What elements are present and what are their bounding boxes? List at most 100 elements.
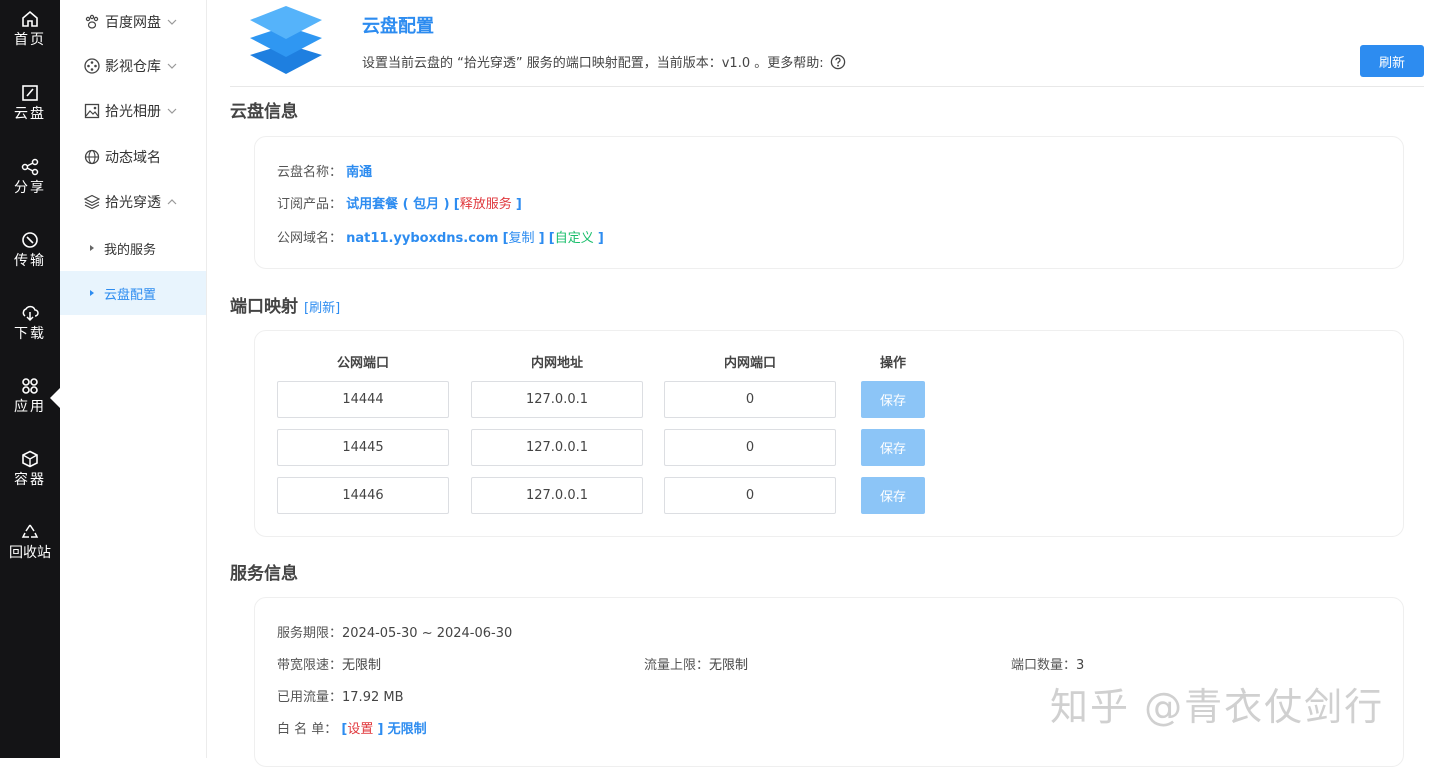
- sidebar-item-ddns[interactable]: 动态域名: [60, 135, 206, 179]
- share-icon: [21, 158, 39, 176]
- secondary-sidebar: 百度网盘 影视仓库 拾光相册 动态域名 拾光穿透 我的服务 云盘配置: [60, 0, 207, 758]
- disk-info-title: 云盘信息: [230, 102, 298, 122]
- traffic-limit-value: 无限制: [709, 658, 749, 673]
- save-button[interactable]: 保存: [861, 429, 925, 466]
- rail-label: 回收站: [9, 545, 51, 561]
- sidebar-item-label: 动态域名: [105, 150, 161, 166]
- bracket-close: ]: [538, 231, 545, 246]
- sidebar-item-album[interactable]: 拾光相册: [60, 89, 206, 133]
- save-button[interactable]: 保存: [861, 381, 925, 418]
- sidebar-item-penetration[interactable]: 拾光穿透: [60, 180, 206, 224]
- port-mapping-title: 端口映射 [刷新]: [230, 292, 340, 317]
- service-period-value: 2024-05-30 ~ 2024-06-30: [342, 626, 513, 641]
- service-period-label: 服务期限：: [277, 626, 343, 641]
- bandwidth-value: 无限制: [342, 658, 382, 673]
- sidebar-item-label: 百度网盘: [105, 15, 161, 31]
- app-rail: 首页 云盘 分享 传输 下载 应用 容器 回收站: [0, 0, 60, 758]
- port-count-row: 端口数量：3: [1011, 654, 1084, 673]
- internal-address-input[interactable]: 127.0.0.1: [471, 381, 643, 418]
- public-port-input[interactable]: 14445: [277, 429, 449, 466]
- rail-label: 首页: [14, 32, 46, 48]
- rail-label: 容器: [14, 472, 46, 488]
- column-header: 公网端口: [336, 356, 389, 371]
- home-icon: [22, 10, 38, 27]
- layers-icon: [84, 194, 100, 210]
- transfer-icon: [22, 232, 38, 248]
- bracket-close: ]: [597, 231, 604, 246]
- internal-address-input[interactable]: 127.0.0.1: [471, 477, 643, 514]
- internal-port-input[interactable]: 0: [664, 429, 836, 466]
- whitelist-label: 白 名 单：: [277, 722, 338, 737]
- rail-item-share[interactable]: 分享: [0, 158, 60, 218]
- custom-domain-link[interactable]: 自定义: [555, 231, 594, 246]
- subscription-label: 订阅产品：: [277, 197, 343, 212]
- active-pointer: [50, 388, 60, 408]
- rail-label: 传输: [14, 253, 46, 269]
- port-mapping-refresh-link[interactable]: [刷新]: [304, 301, 340, 316]
- sidebar-subitem-disk-config[interactable]: 云盘配置: [60, 271, 206, 315]
- rail-label: 分享: [14, 180, 46, 196]
- description-text: 设置当前云盘的 “拾光穿透” 服务的端口映射配置，当前版本：v1.0 。更多帮助…: [362, 56, 824, 71]
- container-icon: [22, 450, 38, 468]
- sidebar-subitem-label: 云盘配置: [104, 287, 157, 303]
- download-icon: [22, 305, 39, 322]
- header-divider: [230, 86, 1424, 87]
- globe-icon: [84, 149, 100, 165]
- page-title: 云盘配置: [362, 16, 434, 37]
- port-count-value: 3: [1076, 658, 1085, 673]
- disk-name-label: 云盘名称：: [277, 165, 343, 180]
- port-count-label: 端口数量：: [1011, 658, 1077, 673]
- bracket-close: ]: [515, 197, 522, 212]
- rail-label: 下载: [14, 326, 46, 342]
- public-port-input[interactable]: 14444: [277, 381, 449, 418]
- paw-icon: [85, 14, 99, 29]
- watermark: 知乎 @青衣仗剑行: [1050, 685, 1385, 729]
- subscription-row: 订阅产品： 试用套餐 ( 包月 ) [释放服务 ]: [277, 193, 522, 212]
- chevron-up-icon: [167, 199, 177, 205]
- domain-row: 公网域名： nat11.yyboxdns.com [复制 ] [自定义 ]: [277, 227, 604, 246]
- save-button[interactable]: 保存: [861, 477, 925, 514]
- internal-port-input[interactable]: 0: [664, 381, 836, 418]
- help-icon[interactable]: [830, 54, 846, 70]
- rail-item-transfer[interactable]: 传输: [0, 231, 60, 291]
- rail-item-disk[interactable]: 云盘: [0, 84, 60, 144]
- public-port-input[interactable]: 14446: [277, 477, 449, 514]
- rail-item-download[interactable]: 下载: [0, 304, 60, 364]
- layers-logo-icon: [250, 6, 322, 74]
- rail-item-home[interactable]: 首页: [0, 10, 60, 70]
- copy-link[interactable]: 复制: [509, 231, 535, 246]
- sidebar-item-film[interactable]: 影视仓库: [60, 44, 206, 88]
- column-header: 操作: [879, 356, 906, 371]
- rail-label: 云盘: [14, 106, 46, 122]
- whitelist-set-link[interactable]: 设置: [347, 722, 373, 737]
- sidebar-item-label: 影视仓库: [105, 59, 161, 75]
- bracket-close: ]: [377, 722, 384, 737]
- sidebar-item-label: 拾光穿透: [105, 195, 161, 211]
- bandwidth-label: 带宽限速：: [277, 658, 343, 673]
- apps-icon: [22, 378, 38, 394]
- caret-right-icon: [90, 290, 94, 296]
- traffic-limit-label: 流量上限：: [644, 658, 710, 673]
- image-icon: [84, 103, 100, 119]
- sidebar-subitem-my-services[interactable]: 我的服务: [60, 226, 206, 270]
- bandwidth-row: 带宽限速：无限制: [277, 654, 381, 673]
- whitelist-value: 无限制: [387, 722, 427, 737]
- rail-item-recycle[interactable]: 回收站: [0, 523, 60, 583]
- sidebar-item-baidu[interactable]: 百度网盘: [60, 0, 206, 44]
- used-traffic-row: 已用流量：17.92 MB: [277, 686, 404, 705]
- service-period-row: 服务期限：2024-05-30 ~ 2024-06-30: [277, 622, 512, 641]
- page-description: 设置当前云盘的 “拾光穿透” 服务的端口映射配置，当前版本：v1.0 。更多帮助…: [362, 52, 846, 71]
- chevron-down-icon: [167, 63, 177, 69]
- column-header: 内网地址: [530, 356, 583, 371]
- internal-port-input[interactable]: 0: [664, 477, 836, 514]
- refresh-button[interactable]: 刷新: [1360, 45, 1424, 77]
- rail-item-container[interactable]: 容器: [0, 450, 60, 510]
- domain-value: nat11.yyboxdns.com: [346, 231, 499, 246]
- used-traffic-label: 已用流量：: [277, 690, 343, 705]
- service-info-title: 服务信息: [230, 564, 298, 584]
- chevron-down-icon: [167, 19, 177, 25]
- release-service-link[interactable]: 释放服务: [460, 197, 512, 212]
- traffic-limit-row: 流量上限：无限制: [644, 654, 748, 673]
- internal-address-input[interactable]: 127.0.0.1: [471, 429, 643, 466]
- whitelist-row: 白 名 单： [设置 ] 无限制: [277, 718, 427, 737]
